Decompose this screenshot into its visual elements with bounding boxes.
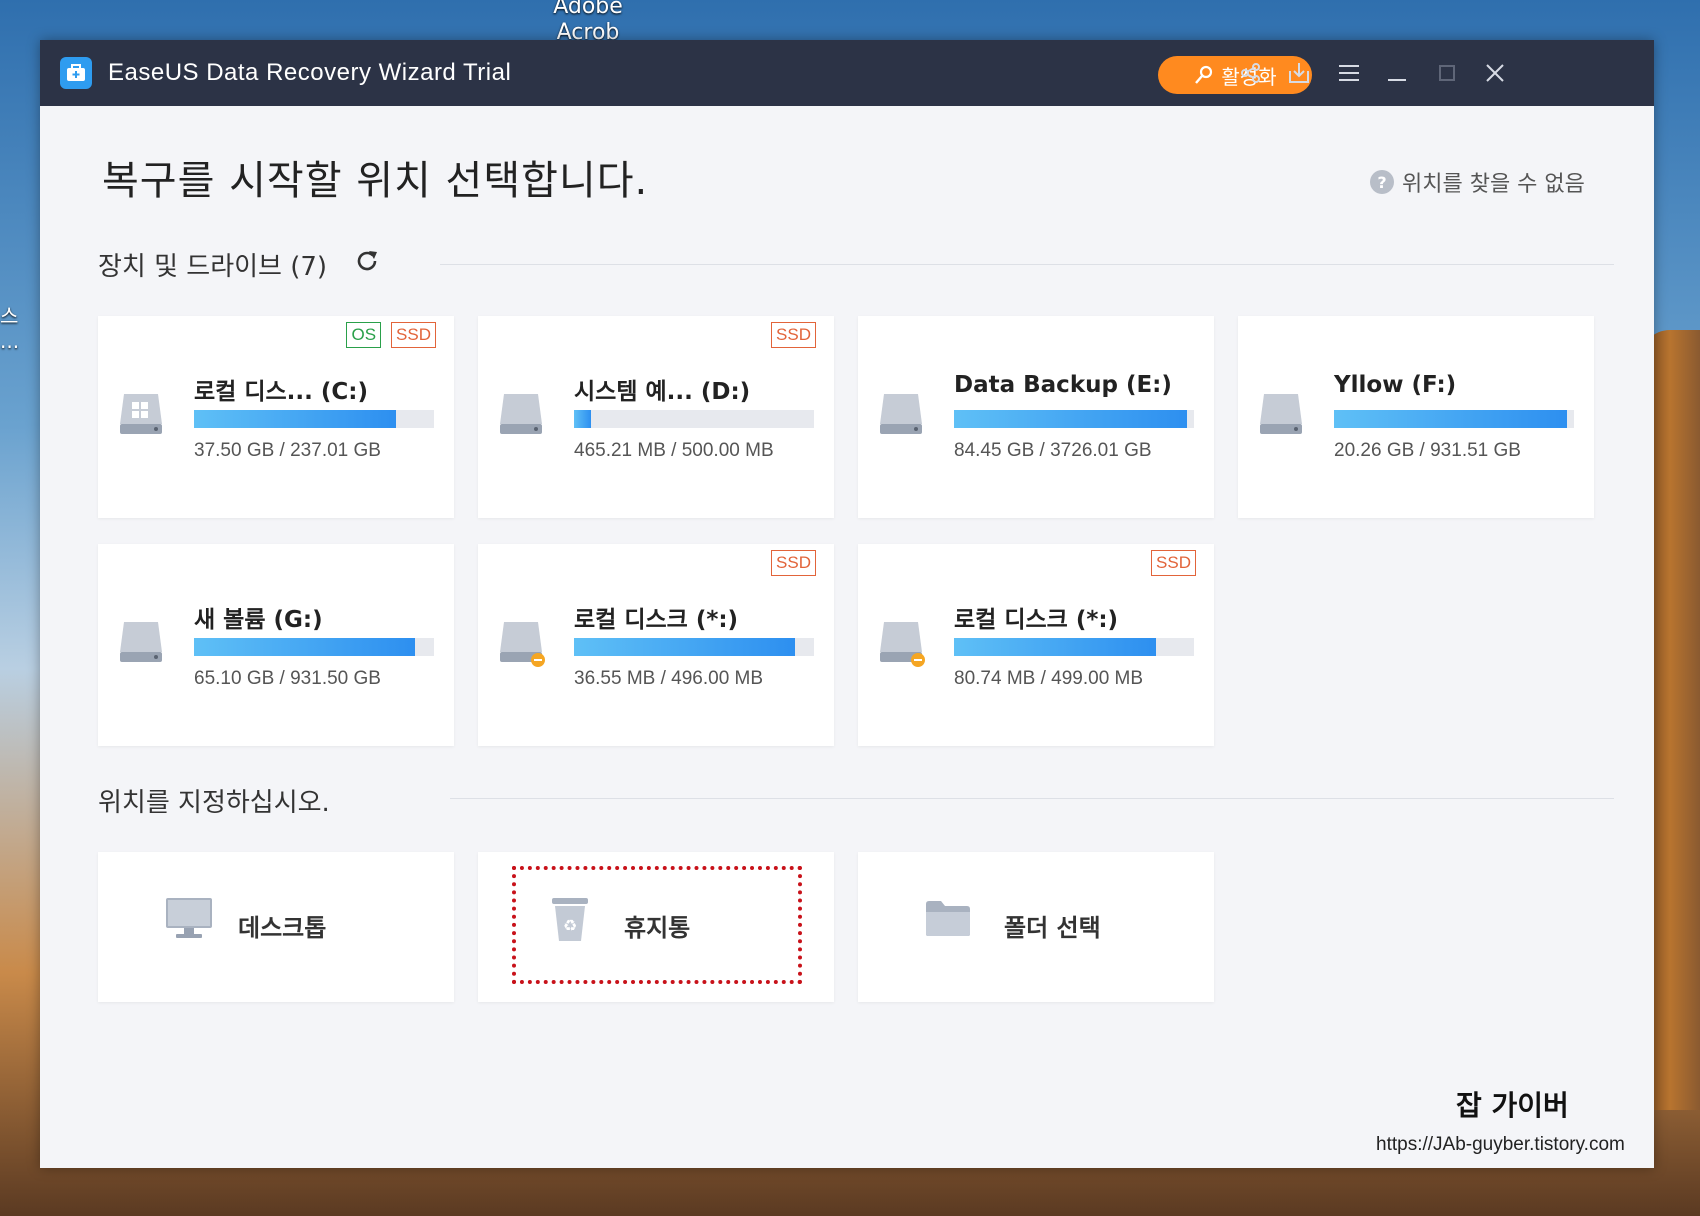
windows-drive-icon	[118, 390, 166, 444]
usage-bar	[574, 638, 814, 656]
location-section-header: 위치를 지정하십시오.	[98, 782, 330, 819]
recycle-bin-icon: ♻	[552, 898, 588, 941]
app-window: EaseUS Data Recovery Wizard Trial 활성화 복구…	[40, 40, 1654, 1168]
ssd-badge: SSD	[1151, 550, 1196, 576]
drive-name: 시스템 예... (D:)	[574, 379, 751, 405]
usage-bar-fill	[1334, 410, 1567, 428]
location-card-desktop[interactable]: 데스크톱	[98, 852, 454, 1002]
minimize-icon[interactable]	[1382, 58, 1412, 88]
usage-bar-fill	[954, 410, 1187, 428]
title-bar: EaseUS Data Recovery Wizard Trial 활성화	[40, 40, 1654, 106]
share-icon[interactable]	[1236, 58, 1266, 88]
usage-bar	[954, 410, 1194, 428]
drive-warning-icon	[498, 618, 546, 672]
location-label-folder: 폴더 선택	[1004, 914, 1101, 942]
drive-icon	[878, 390, 926, 444]
drive-badges: SSD	[1151, 550, 1196, 576]
location-divider	[450, 798, 1614, 799]
drive-warning-icon	[878, 618, 926, 672]
drive-size: 20.26 GB / 931.51 GB	[1334, 440, 1521, 461]
drive-card[interactable]: SSD 시스템 예... (D:) 465.21 MB / 500.00 MB	[478, 316, 834, 518]
drive-name: 로컬 디스크 (*:)	[574, 607, 739, 633]
os-badge: OS	[346, 322, 382, 348]
location-card-recycle-bin[interactable]: ♻ 휴지통	[478, 852, 834, 1002]
maximize-icon[interactable]	[1432, 58, 1462, 88]
watermark-url: https://JAb-guyber.tistory.com	[1376, 1134, 1625, 1155]
drive-icon	[118, 618, 166, 672]
drive-card[interactable]: OS SSD 로컬 디스... (C:) 37.50 GB / 237.01 GB	[98, 316, 454, 518]
watermark-title: 잡 가이버	[1456, 1089, 1569, 1122]
ssd-badge: SSD	[771, 322, 816, 348]
usage-bar	[574, 410, 814, 428]
drive-card[interactable]: SSD 로컬 디스크 (*:) 36.55 MB / 496.00 MB	[478, 544, 834, 746]
usage-bar	[194, 638, 434, 656]
drive-badges: OS SSD	[346, 322, 436, 348]
usage-bar-fill	[194, 410, 396, 428]
usage-bar-fill	[574, 638, 795, 656]
help-icon: ?	[1370, 170, 1394, 194]
drive-size: 465.21 MB / 500.00 MB	[574, 440, 774, 461]
usage-bar-fill	[574, 410, 591, 428]
refresh-icon[interactable]	[353, 247, 381, 282]
location-label-recycle-bin: 휴지통	[624, 914, 691, 942]
help-link-label: 위치를 찾을 수 없음	[1402, 172, 1585, 197]
drive-card[interactable]: Data Backup (E:) 84.45 GB / 3726.01 GB	[858, 316, 1214, 518]
ssd-badge: SSD	[391, 322, 436, 348]
usage-bar-fill	[954, 638, 1156, 656]
drive-badges: SSD	[771, 322, 816, 348]
location-label-desktop: 데스크톱	[238, 914, 327, 942]
drive-name: 로컬 디스크 (*:)	[954, 607, 1119, 633]
usage-bar-fill	[194, 638, 415, 656]
drive-card[interactable]: SSD 로컬 디스크 (*:) 80.74 MB / 499.00 MB	[858, 544, 1214, 746]
usage-bar	[1334, 410, 1574, 428]
drive-size: 84.45 GB / 3726.01 GB	[954, 440, 1152, 461]
key-icon	[1195, 65, 1213, 84]
app-logo-icon	[60, 57, 92, 89]
drive-badges: SSD	[771, 550, 816, 576]
ssd-badge: SSD	[771, 550, 816, 576]
drive-card[interactable]: Yllow (F:) 20.26 GB / 931.51 GB	[1238, 316, 1594, 518]
drive-icon	[498, 390, 546, 444]
drive-card[interactable]: 새 볼륨 (G:) 65.10 GB / 931.50 GB	[98, 544, 454, 746]
drive-name: Data Backup (E:)	[954, 372, 1172, 398]
location-section-title: 위치를 지정하십시오.	[98, 788, 330, 818]
close-icon[interactable]	[1480, 58, 1510, 88]
desktop-shortcut-left[interactable]: 스...	[0, 300, 24, 353]
devices-divider	[440, 264, 1614, 265]
drive-name: Yllow (F:)	[1334, 372, 1457, 398]
drive-size: 80.74 MB / 499.00 MB	[954, 668, 1144, 689]
devices-section-header: 장치 및 드라이브 (7)	[98, 246, 381, 283]
location-card-folder[interactable]: 폴더 선택	[858, 852, 1214, 1002]
page-title: 복구를 시작할 위치 선택합니다.	[102, 158, 649, 204]
desktop-icon	[166, 898, 212, 938]
drive-icon	[1258, 390, 1306, 444]
app-title: EaseUS Data Recovery Wizard Trial	[108, 59, 512, 86]
help-link[interactable]: ? 위치를 찾을 수 없음	[1370, 166, 1585, 198]
svg-text:♻: ♻	[563, 916, 577, 935]
usage-bar	[954, 638, 1194, 656]
menu-icon[interactable]	[1334, 58, 1364, 88]
drive-name: 새 볼륨 (G:)	[194, 607, 323, 633]
drive-size: 65.10 GB / 931.50 GB	[194, 668, 381, 689]
download-icon[interactable]	[1284, 58, 1314, 88]
drive-size: 37.50 GB / 237.01 GB	[194, 440, 381, 461]
drive-size: 36.55 MB / 496.00 MB	[574, 668, 764, 689]
folder-icon	[926, 901, 970, 936]
usage-bar	[194, 410, 434, 428]
devices-section-title: 장치 및 드라이브 (7)	[98, 252, 328, 282]
drive-name: 로컬 디스... (C:)	[194, 379, 368, 405]
